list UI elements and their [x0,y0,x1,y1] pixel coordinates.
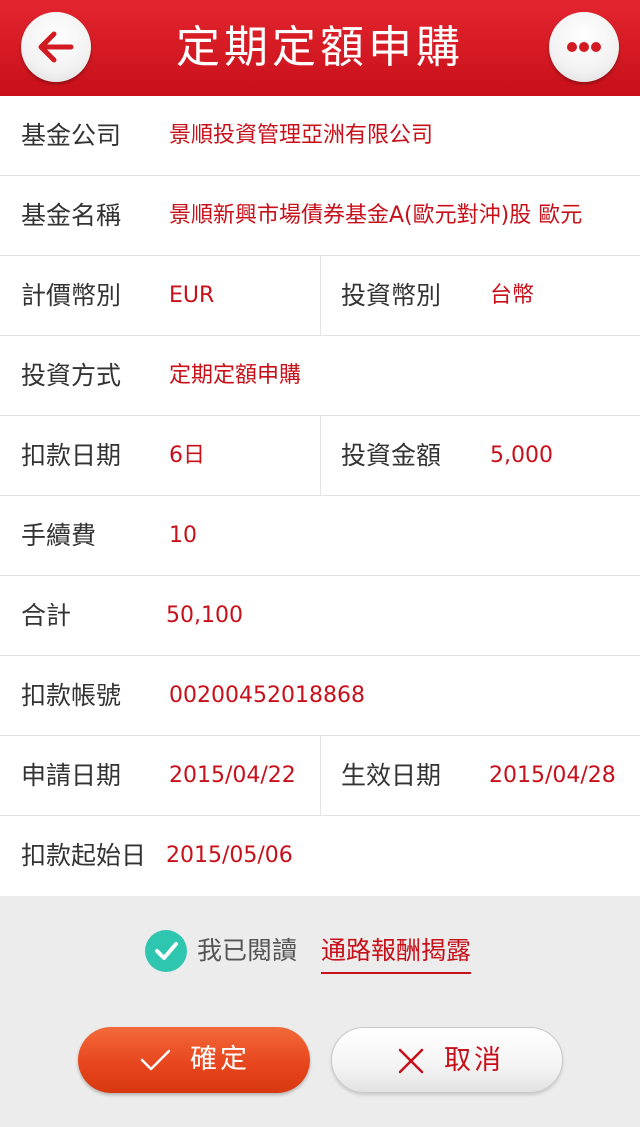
fund-name-label: 基金名稱 [21,201,122,230]
cancel-button[interactable]: 取消 [331,1027,563,1093]
fee-value: 10 [169,523,197,548]
check-icon [140,1049,171,1071]
debit-date-value: 6日 [169,443,205,468]
page-title: 定期定額申購 [176,22,464,73]
account-label: 扣款帳號 [21,681,122,710]
fund-name-value: 景順新興市場債券基金A(歐元對沖)股 歐元 [169,203,583,228]
start-date-label: 扣款起始日 [21,841,147,870]
row-start-date: 扣款起始日 2015/05/06 [0,816,640,896]
account-value: 00200452018868 [169,683,365,708]
row-fee: 手續費 10 [0,496,640,576]
effective-date-value: 2015/04/28 [489,763,616,788]
effective-date-label: 生效日期 [341,761,442,790]
company-label: 基金公司 [21,121,122,150]
row-method: 投資方式 定期定額申購 [0,336,640,416]
column-divider [320,256,321,336]
row-currency: 計價幣別 EUR 投資幣別 台幣 [0,256,640,336]
row-account: 扣款帳號 00200452018868 [0,656,640,736]
confirm-label: 確定 [190,1044,250,1075]
row-debit-amount: 扣款日期 6日 投資金額 5,000 [0,416,640,496]
close-icon [398,1048,424,1074]
fee-label: 手續費 [21,521,97,550]
pricing-currency-value: EUR [169,283,215,308]
apply-date-value: 2015/04/22 [169,763,296,788]
check-circle-icon [155,942,178,960]
cancel-label: 取消 [444,1045,504,1076]
invest-currency-value: 台幣 [490,283,535,308]
row-fund-name: 基金名稱 景順新興市場債券基金A(歐元對沖)股 歐元 [0,176,640,256]
more-dots-icon [567,42,601,52]
column-divider [320,416,321,496]
apply-date-label: 申請日期 [21,761,122,790]
disclosure-link[interactable]: 通路報酬揭露 [321,930,472,974]
method-value: 定期定額申購 [169,363,302,388]
row-company: 基金公司 景順投資管理亞洲有限公司 [0,96,640,176]
row-total: 合計 50,100 [0,576,640,656]
total-value: 50,100 [166,603,243,628]
agree-text: 我已閱讀 [197,936,298,965]
method-label: 投資方式 [21,361,122,390]
more-button[interactable] [549,12,619,82]
total-label: 合計 [21,601,72,630]
order-details: 基金公司 景順投資管理亞洲有限公司 基金名稱 景順新興市場債券基金A(歐元對沖)… [0,96,640,896]
column-divider [320,736,321,816]
confirm-button[interactable]: 確定 [78,1027,310,1093]
company-value: 景順投資管理亞洲有限公司 [169,123,434,148]
debit-date-label: 扣款日期 [21,441,122,470]
row-dates: 申請日期 2015/04/22 生效日期 2015/04/28 [0,736,640,816]
app-header: 定期定額申購 [0,0,640,96]
pricing-currency-label: 計價幣別 [21,281,122,310]
agree-checkbox[interactable] [145,930,187,972]
start-date-value: 2015/05/06 [166,843,293,868]
amount-value: 5,000 [490,443,553,468]
amount-label: 投資金額 [341,441,442,470]
invest-currency-label: 投資幣別 [341,281,442,310]
